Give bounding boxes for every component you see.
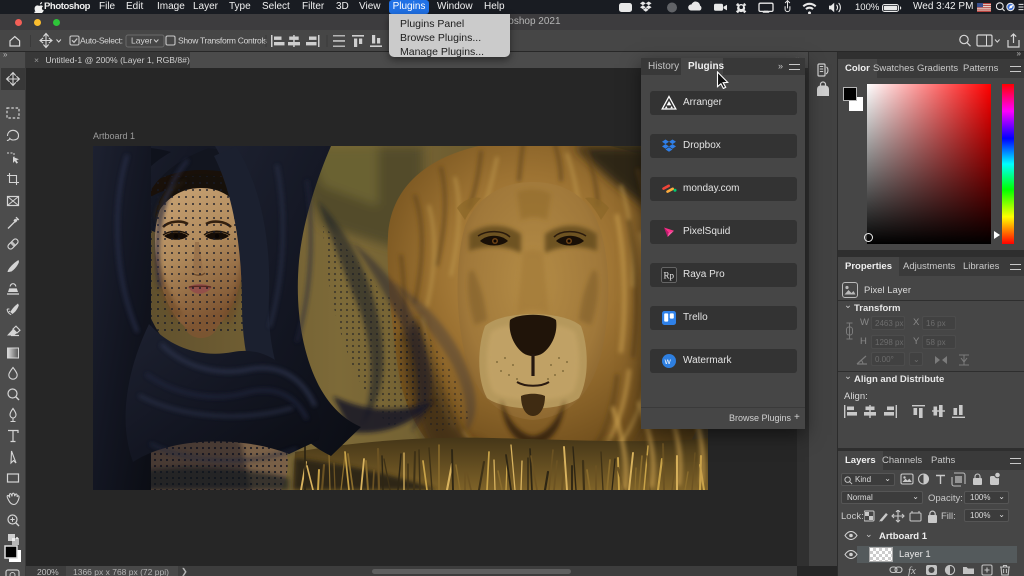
svg-text:w: w xyxy=(664,356,672,366)
svg-text:Layer: Layer xyxy=(131,36,152,46)
svg-text:fx: fx xyxy=(908,565,916,576)
svg-text:Auto-Select:: Auto-Select: xyxy=(80,36,123,46)
svg-text:Rp: Rp xyxy=(664,271,675,281)
svg-text:Show Transform Controls: Show Transform Controls xyxy=(178,36,267,46)
